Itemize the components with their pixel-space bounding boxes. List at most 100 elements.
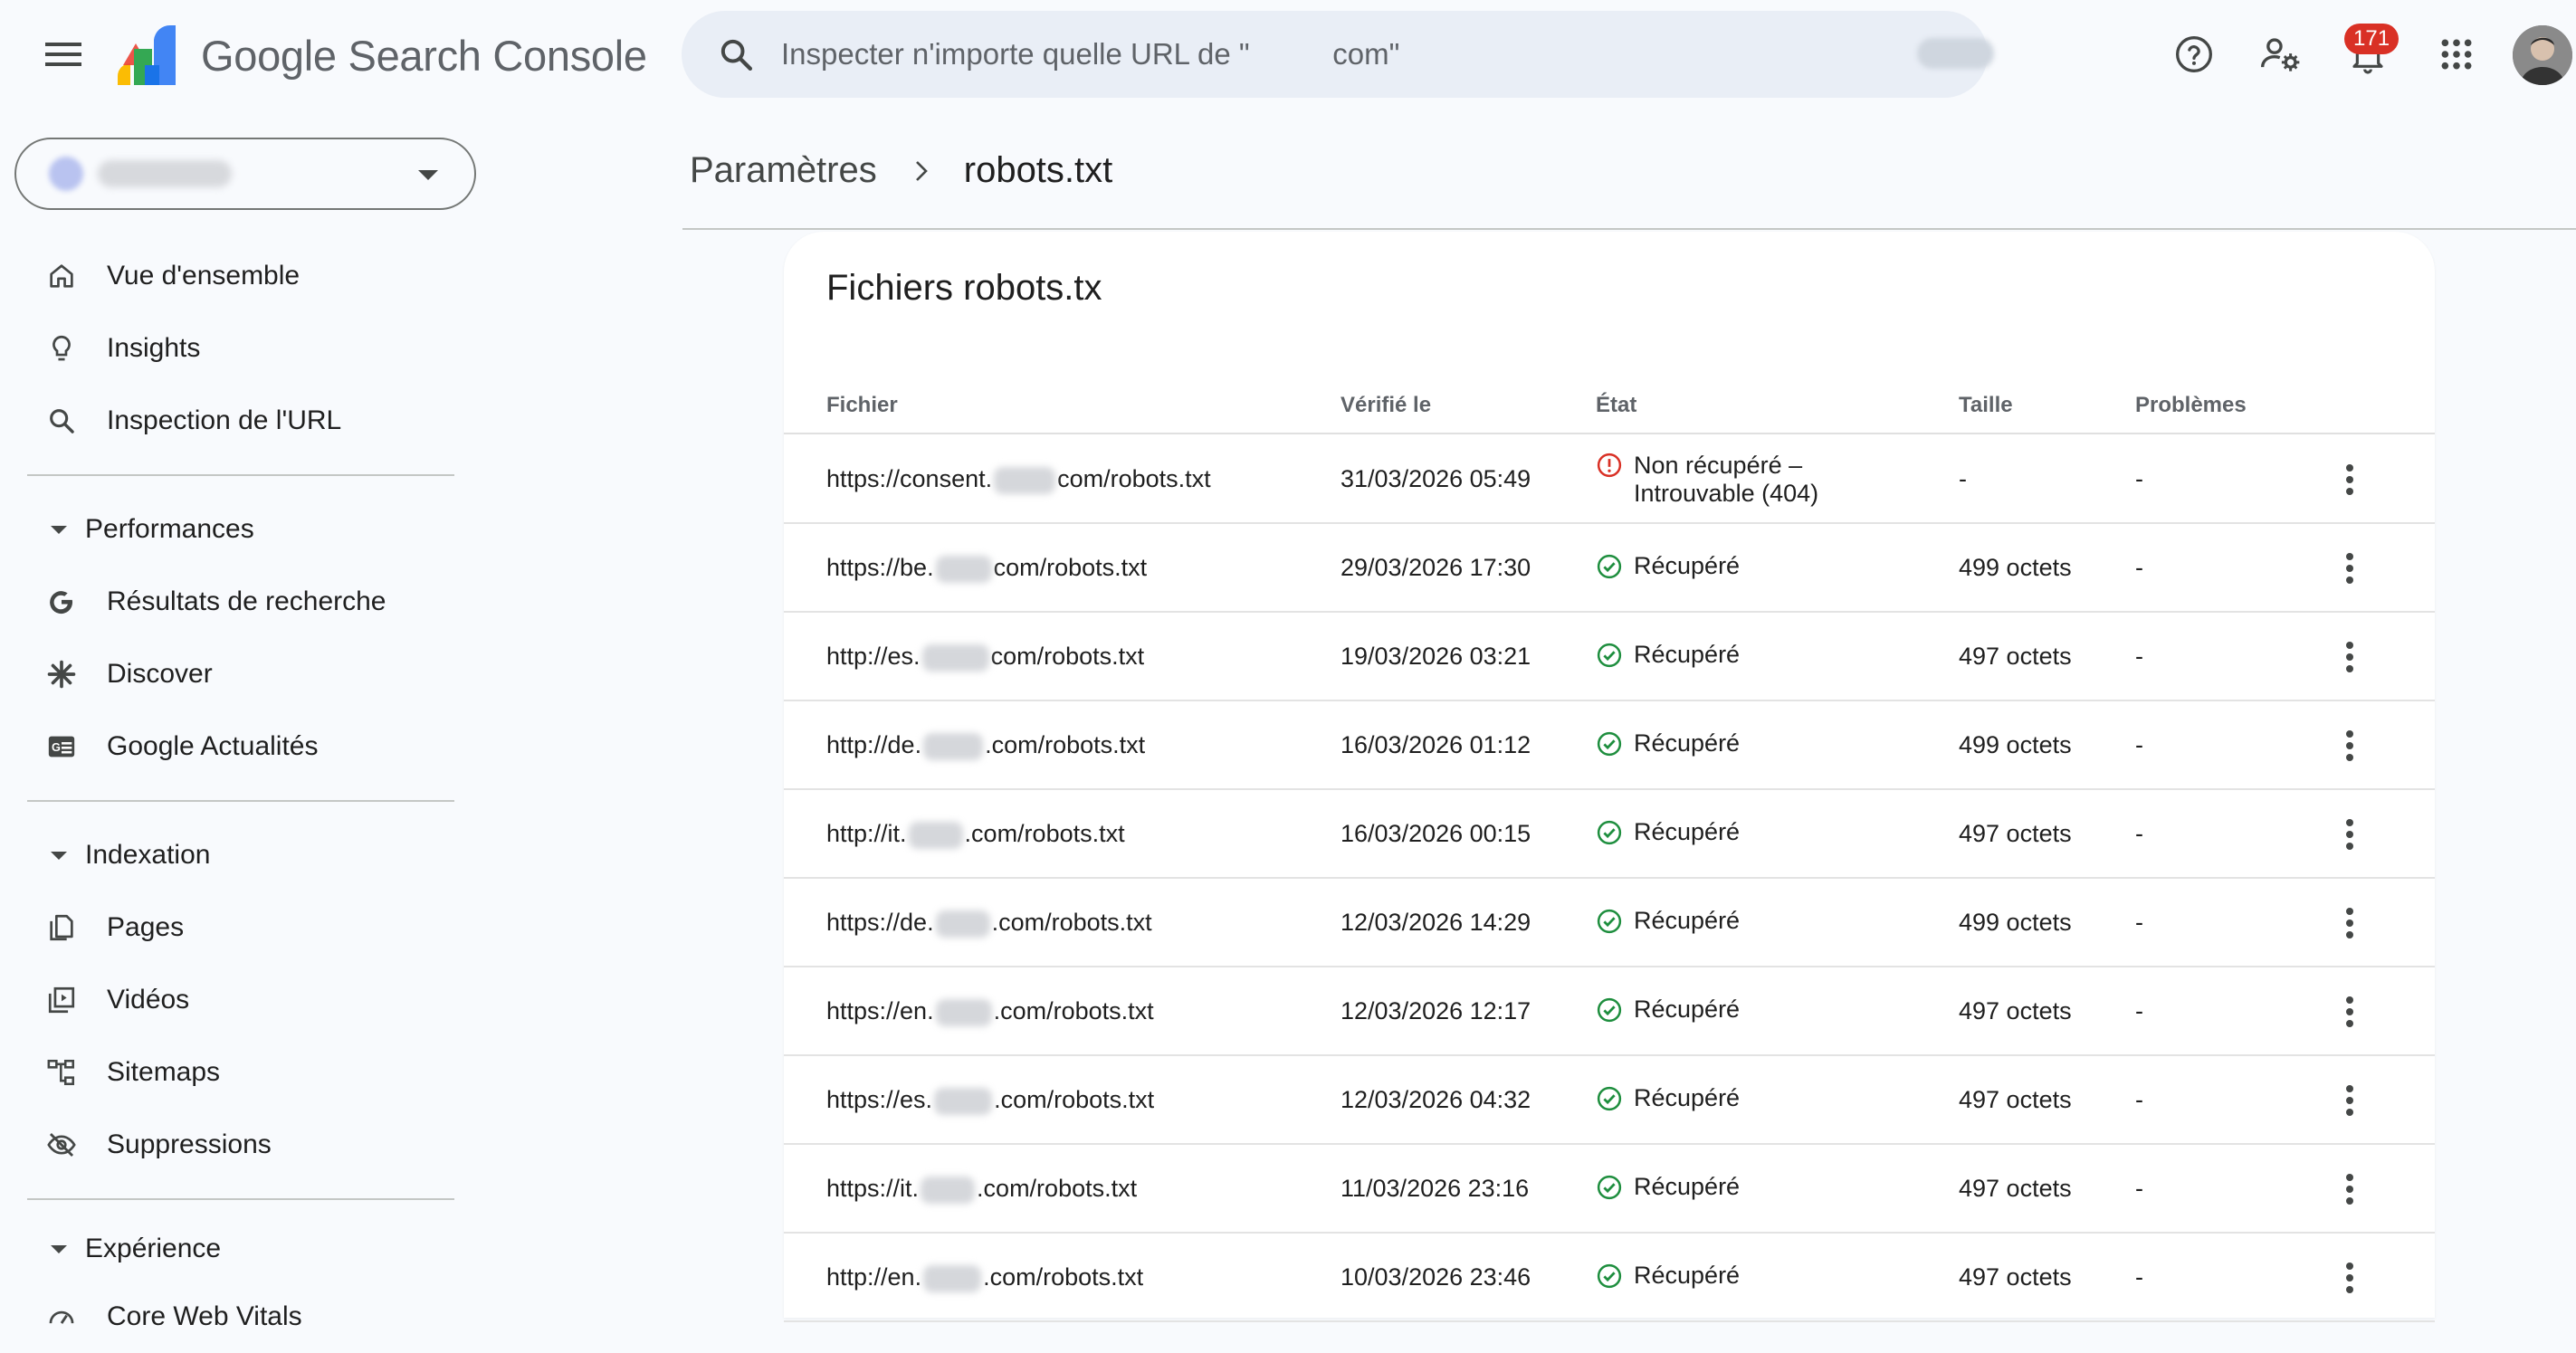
table-row[interactable]: http://es. com/robots.txt 19/03/2026 03:2…: [784, 613, 2435, 701]
help-button[interactable]: [2167, 27, 2221, 81]
file-url[interactable]: https://es. .com/robots.txt: [826, 1086, 1154, 1115]
fetch-state-line: Récupéré: [1634, 996, 1741, 1023]
sidebar-item-videos[interactable]: Vidéos: [0, 964, 471, 1036]
check-circle-icon: [1596, 996, 1623, 1024]
row-menu-button[interactable]: [2323, 541, 2377, 596]
row-menu-button[interactable]: [2323, 807, 2377, 862]
check-circle-icon: [1596, 730, 1623, 757]
redacted-domain: [923, 1264, 982, 1292]
file-url-suffix: .com/robots.txt: [977, 1175, 1138, 1202]
sidebar-item-discover[interactable]: Discover: [0, 638, 471, 710]
sidebar-item-insights[interactable]: Insights: [0, 312, 471, 385]
table-row[interactable]: https://it. .com/robots.txt 11/03/2026 23…: [784, 1145, 2435, 1234]
row-menu-button[interactable]: [2323, 985, 2377, 1039]
fetch-state-text: Récupéré: [1634, 818, 1740, 846]
fetch-state-line: Récupéré: [1634, 1262, 1741, 1289]
robots-files-card: Fichiers robots.tx Fichier Vérifié le Ét…: [784, 232, 2435, 1322]
row-menu-button[interactable]: [2323, 1162, 2377, 1216]
manage-users-button[interactable]: [2254, 27, 2308, 81]
column-header-size[interactable]: Taille: [1959, 393, 2013, 418]
file-url-suffix: .com/robots.txt: [985, 731, 1146, 758]
table-row[interactable]: http://en. .com/robots.txt 10/03/2026 23:…: [784, 1234, 2435, 1322]
apps-button[interactable]: [2429, 27, 2484, 81]
sidebar-item-label: Google Actualités: [107, 731, 319, 761]
table-row[interactable]: https://be. com/robots.txt 29/03/2026 17:…: [784, 524, 2435, 613]
check-circle-icon: [1596, 1262, 1623, 1290]
fetch-state: Récupéré: [1596, 641, 1740, 669]
apps-grid-icon: [2439, 37, 2474, 71]
column-header-checked[interactable]: Vérifié le: [1340, 393, 1431, 418]
checked-date: 12/03/2026 12:17: [1340, 997, 1531, 1024]
app-name[interactable]: Google Search Console: [201, 31, 647, 81]
news-icon: G: [43, 729, 80, 765]
user-avatar[interactable]: [2513, 25, 2572, 85]
search-console-logo[interactable]: [118, 25, 185, 85]
file-url[interactable]: http://es. com/robots.txt: [826, 643, 1144, 672]
row-menu-button[interactable]: [2323, 719, 2377, 773]
file-url[interactable]: http://it. .com/robots.txt: [826, 820, 1125, 849]
table-row[interactable]: https://consent. com/robots.txt 31/03/202…: [784, 435, 2435, 524]
table-row[interactable]: http://de. .com/robots.txt 16/03/2026 01:…: [784, 701, 2435, 790]
breadcrumb-parent-link[interactable]: Paramètres: [690, 150, 877, 191]
fetch-state-text: Récupéré: [1634, 1084, 1740, 1112]
table-row[interactable]: https://en. .com/robots.txt 12/03/2026 12…: [784, 967, 2435, 1056]
url-inspection-input[interactable]: [781, 37, 1958, 71]
column-header-file[interactable]: Fichier: [826, 393, 898, 418]
file-url[interactable]: https://de. .com/robots.txt: [826, 909, 1152, 938]
problems-count: -: [2135, 554, 2143, 581]
file-url[interactable]: http://en. .com/robots.txt: [826, 1263, 1143, 1292]
checked-date: 31/03/2026 05:49: [1340, 465, 1531, 492]
table-row[interactable]: http://it. .com/robots.txt 16/03/2026 00:…: [784, 790, 2435, 879]
search-icon[interactable]: [709, 27, 763, 81]
row-menu-button[interactable]: [2323, 453, 2377, 507]
table-header: Fichier Vérifié le État Taille Problèmes: [784, 371, 2435, 434]
more-vert-icon: [2344, 907, 2355, 939]
file-url-prefix: https://consent.: [826, 465, 993, 492]
column-header-state[interactable]: État: [1596, 393, 1636, 418]
fetch-state-text: Récupéré: [1634, 907, 1740, 935]
problems-count: -: [2135, 643, 2143, 670]
column-header-problems[interactable]: Problèmes: [2135, 393, 2247, 418]
sidebar-divider: [27, 800, 454, 802]
fetch-state-text: Récupéré: [1634, 1262, 1740, 1290]
url-inspection-search[interactable]: [682, 11, 1994, 98]
file-size: 499 octets: [1959, 909, 2072, 936]
main-menu-button[interactable]: [36, 27, 91, 81]
redacted-property-name: [98, 160, 232, 187]
sidebar-section-experience[interactable]: Expérience: [0, 1217, 471, 1281]
sidebar-section-indexation[interactable]: Indexation: [0, 819, 471, 891]
sidebar-item-overview[interactable]: Vue d'ensemble: [0, 240, 471, 312]
sidebar-item-pages[interactable]: Pages: [0, 891, 471, 964]
check-circle-icon: [1596, 1085, 1623, 1112]
file-url[interactable]: https://en. .com/robots.txt: [826, 997, 1154, 1026]
robots-table-body: https://consent. com/robots.txt 31/03/202…: [784, 435, 2435, 1322]
file-url-prefix: http://en.: [826, 1263, 922, 1291]
redacted-domain: [921, 1176, 976, 1204]
speed-icon: [43, 1299, 80, 1335]
sidebar-item-label: Discover: [107, 659, 213, 689]
row-menu-button[interactable]: [2323, 896, 2377, 950]
sidebar-item-removals[interactable]: Suppressions: [0, 1109, 471, 1181]
file-url[interactable]: https://consent. com/robots.txt: [826, 465, 1211, 494]
sidebar-item-google-news[interactable]: G Google Actualités: [0, 710, 471, 783]
row-menu-button[interactable]: [2323, 630, 2377, 684]
sidebar-item-core-web-vitals[interactable]: Core Web Vitals: [0, 1281, 471, 1353]
file-url[interactable]: https://it. .com/robots.txt: [826, 1175, 1137, 1204]
row-menu-button[interactable]: [2323, 1073, 2377, 1128]
sidebar-item-url-inspection[interactable]: Inspection de l'URL: [0, 385, 471, 457]
sidebar-item-sitemaps[interactable]: Sitemaps: [0, 1036, 471, 1109]
file-size: 497 octets: [1959, 643, 2072, 670]
fetch-state-text: Récupéré: [1634, 729, 1740, 757]
header-divider: [682, 228, 2576, 230]
sidebar-section-performances[interactable]: Performances: [0, 493, 471, 566]
file-url[interactable]: http://de. .com/robots.txt: [826, 731, 1145, 760]
table-row[interactable]: https://es. .com/robots.txt 12/03/2026 04…: [784, 1056, 2435, 1145]
dropdown-arrow-icon: [418, 170, 438, 180]
video-library-icon: [43, 982, 80, 1018]
row-menu-button[interactable]: [2323, 1251, 2377, 1305]
table-row[interactable]: https://de. .com/robots.txt 12/03/2026 14…: [784, 879, 2435, 967]
file-url[interactable]: https://be. com/robots.txt: [826, 554, 1147, 583]
sidebar-item-search-results[interactable]: Résultats de recherche: [0, 566, 471, 638]
property-selector[interactable]: [14, 138, 476, 210]
problems-count: -: [2135, 1086, 2143, 1113]
